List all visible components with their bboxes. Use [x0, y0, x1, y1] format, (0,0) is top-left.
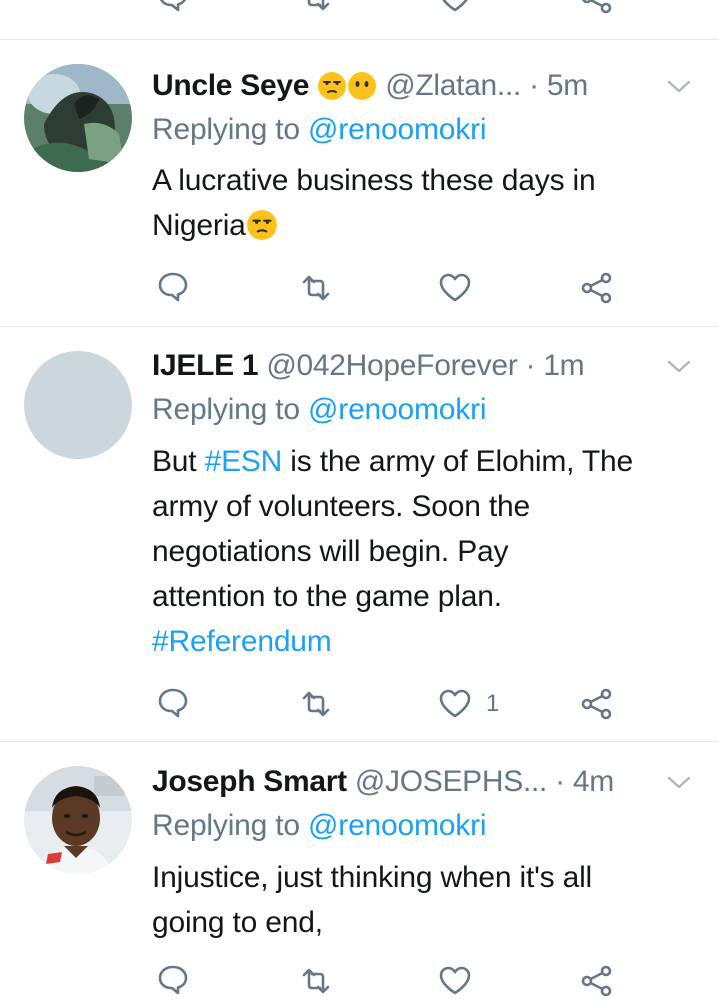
replying-to-line: Replying to @renoomokri — [152, 804, 487, 848]
divider — [0, 39, 719, 40]
avatar-placeholder[interactable] — [24, 351, 132, 459]
tweet-actions — [0, 268, 719, 308]
avatar[interactable] — [24, 64, 132, 172]
separator-dot: · — [525, 349, 536, 382]
like-icon[interactable] — [435, 961, 475, 1001]
tweet-actions — [0, 961, 719, 1001]
text-segment: is the army of Elohim, The — [282, 445, 634, 478]
separator-dot: · — [529, 69, 539, 102]
replying-label: Replying to — [152, 113, 300, 146]
hashtag-link[interactable]: #Referendum — [152, 619, 712, 664]
like-icon[interactable] — [435, 0, 475, 18]
hashtag-link[interactable]: #ESN — [205, 445, 283, 478]
chevron-down-icon[interactable] — [666, 772, 692, 797]
tweet-header: Joseph Smart @JOSEPHS... · 4m — [152, 760, 672, 804]
tweet-text-line: going to end, — [152, 906, 323, 939]
mention-link[interactable]: @renoomokri — [308, 113, 487, 146]
display-name[interactable]: IJELE 1 — [152, 349, 259, 382]
retweet-icon[interactable] — [296, 0, 336, 18]
unamused-face-emoji — [246, 209, 278, 254]
replying-to-line: Replying to @renoomokri — [152, 108, 487, 152]
display-name[interactable]: Uncle Seye — [152, 69, 309, 102]
replying-label: Replying to — [152, 393, 300, 426]
user-handle[interactable]: @JOSEPHS... — [355, 765, 548, 798]
tweet-text-line: Injustice, just thinking when it's all — [152, 861, 593, 894]
user-handle[interactable]: @Zlatan... — [385, 69, 521, 102]
mention-link[interactable]: @renoomokri — [308, 393, 487, 426]
tweet-text-line: attention to the game plan. — [152, 580, 502, 613]
divider — [0, 326, 719, 327]
tweet-header: Uncle Seye @Zlatan... · 5m — [152, 64, 672, 108]
retweet-icon[interactable] — [296, 961, 336, 1001]
like-count: 1 — [486, 690, 500, 717]
share-icon[interactable] — [577, 684, 617, 724]
share-icon[interactable] — [577, 0, 617, 18]
tweet-text-line: But #ESN is the army of Elohim, The — [152, 439, 712, 484]
text-segment: But — [152, 445, 205, 478]
chevron-down-icon[interactable] — [666, 356, 692, 381]
reply-icon[interactable] — [153, 961, 193, 1001]
tweet-text-line: negotiations will begin. Pay — [152, 535, 509, 568]
timestamp[interactable]: 5m — [547, 69, 588, 102]
reply-icon[interactable] — [153, 0, 193, 18]
like-icon[interactable] — [435, 268, 475, 308]
retweet-icon[interactable] — [296, 684, 336, 724]
retweet-icon[interactable] — [296, 268, 336, 308]
tweet-text-line: A lucrative business these days in — [152, 164, 596, 197]
tweet-header: IJELE 1 @042HopeForever · 1m — [152, 344, 672, 388]
tweet[interactable]: IJELE 1 @042HopeForever · 1m Replying to… — [0, 344, 719, 740]
divider — [0, 741, 719, 742]
tweet-text-line: Nigeria — [152, 209, 246, 242]
like-icon[interactable] — [435, 684, 475, 724]
replying-label: Replying to — [152, 809, 300, 842]
user-handle[interactable]: @042HopeForever — [266, 349, 517, 382]
timestamp[interactable]: 1m — [543, 349, 584, 382]
timestamp[interactable]: 4m — [573, 765, 614, 798]
tweet-text: A lucrative business these days in Niger… — [152, 158, 712, 254]
display-name[interactable]: Joseph Smart — [152, 765, 347, 798]
reply-icon[interactable] — [153, 268, 193, 308]
share-icon[interactable] — [577, 268, 617, 308]
tweet-text: Injustice, just thinking when it's all g… — [152, 855, 712, 945]
tweet-actions: 1 — [0, 684, 719, 724]
tweet-text-line: army of volunteers. Soon the — [152, 490, 530, 523]
mention-link[interactable]: @renoomokri — [308, 809, 487, 842]
tweet[interactable]: Uncle Seye @Zlatan... · 5m Replying to @… — [0, 64, 719, 326]
reply-icon[interactable] — [153, 684, 193, 724]
tweet-text: But #ESN is the army of Elohim, The army… — [152, 439, 712, 664]
chevron-down-icon[interactable] — [666, 76, 692, 101]
share-icon[interactable] — [577, 961, 617, 1001]
tweet[interactable]: Joseph Smart @JOSEPHS... · 4m Replying t… — [0, 760, 719, 1007]
replying-to-line: Replying to @renoomokri — [152, 388, 487, 432]
avatar[interactable] — [24, 766, 132, 874]
tweet-text-line-with-emoji: Nigeria — [152, 203, 712, 254]
timeline: Uncle Seye @Zlatan... · 5m Replying to @… — [0, 0, 719, 1007]
previous-tweet-actions — [0, 0, 719, 18]
separator-dot: · — [555, 765, 565, 798]
